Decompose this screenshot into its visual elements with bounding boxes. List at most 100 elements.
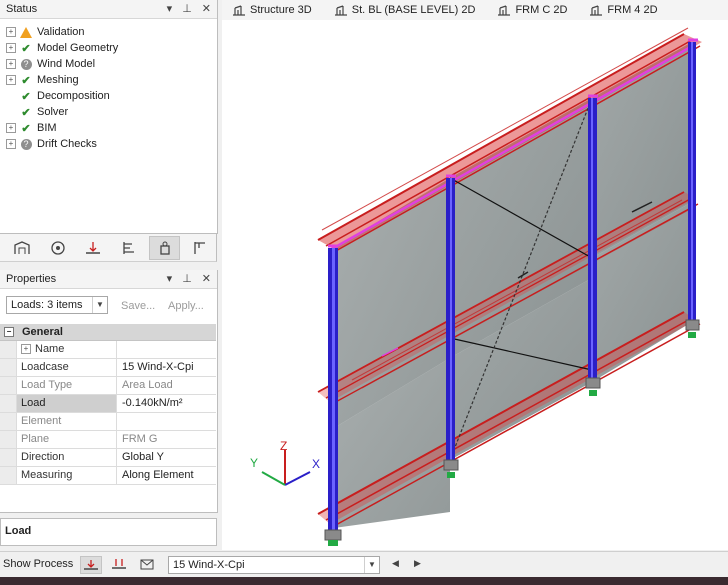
property-gutter: [0, 431, 17, 448]
view-tab-label: Structure 3D: [250, 4, 312, 16]
view-tab[interactable]: Structure 3D: [232, 4, 312, 16]
status-item[interactable]: +? Wind Model: [6, 56, 118, 72]
support-node: [688, 332, 696, 338]
axis-y-label: Y: [250, 456, 258, 470]
panel-menu-icon[interactable]: ▾: [167, 2, 173, 15]
status-item-label: Meshing: [37, 74, 79, 86]
weight-tool-icon[interactable]: [148, 235, 181, 260]
chevron-down-icon[interactable]: ▼: [92, 297, 107, 313]
property-row[interactable]: Load Type Area Load: [0, 377, 216, 395]
property-row[interactable]: Loadcase 15 Wind-X-Cpi: [0, 359, 216, 377]
structure-3d-viewport[interactable]: Z X Y: [222, 20, 728, 550]
frame-view-icon: [498, 4, 511, 16]
properties-panel-header: Properties ▾ ⊥ ✕: [0, 270, 217, 289]
close-icon[interactable]: ✕: [202, 272, 211, 285]
status-item[interactable]: + ✔ Meshing: [6, 72, 118, 88]
properties-selector[interactable]: Loads: 3 items ▼: [6, 296, 108, 314]
collapse-icon[interactable]: −: [4, 327, 14, 337]
property-gutter: [0, 413, 17, 430]
envelope-icon[interactable]: [137, 556, 159, 574]
property-name: Element: [17, 413, 117, 430]
status-item-label: Drift Checks: [37, 138, 97, 150]
support-node: [447, 472, 455, 478]
save-button[interactable]: Save...: [121, 300, 155, 312]
check-icon: ✔: [21, 106, 31, 119]
question-icon: ?: [20, 138, 32, 150]
property-name: Loadcase: [17, 359, 117, 376]
property-section-general[interactable]: − General: [0, 324, 216, 341]
property-value[interactable]: Global Y: [117, 449, 216, 466]
expand-icon[interactable]: +: [6, 59, 16, 69]
property-value[interactable]: [117, 341, 216, 358]
check-icon: ✔: [21, 122, 31, 135]
view-tab[interactable]: FRM C 2D: [497, 4, 567, 16]
expand-icon[interactable]: +: [6, 75, 16, 85]
support-node: [685, 319, 700, 331]
status-item[interactable]: +? Drift Checks: [6, 136, 118, 152]
status-panel-title: Status: [6, 3, 38, 15]
view-tab[interactable]: St. BL (BASE LEVEL) 2D: [334, 4, 475, 16]
show-process-toggle-1[interactable]: [80, 556, 102, 574]
status-item[interactable]: ✔ Decomposition: [6, 88, 118, 104]
load-tool-icon[interactable]: [77, 236, 109, 260]
property-value[interactable]: FRM G: [117, 431, 216, 448]
frame-view-icon: [233, 4, 245, 16]
property-value[interactable]: Along Element: [117, 467, 216, 484]
status-item[interactable]: + ✔ Model Geometry: [6, 40, 118, 56]
expand-icon[interactable]: +: [6, 27, 16, 37]
property-name: + Name: [17, 341, 117, 358]
property-description: Load: [0, 518, 217, 546]
view-tab[interactable]: FRM 4 2D: [589, 4, 658, 16]
property-value[interactable]: [117, 413, 216, 430]
pin-icon[interactable]: ⊥: [182, 2, 192, 15]
expand-icon[interactable]: +: [6, 123, 16, 133]
property-description-title: Load: [5, 525, 32, 537]
frame-view-icon: [334, 4, 347, 16]
property-value[interactable]: Area Load: [117, 377, 216, 394]
property-value[interactable]: -0.140kN/m²: [117, 395, 216, 412]
property-row[interactable]: Element: [0, 413, 216, 431]
property-gutter: [0, 467, 17, 484]
warning-icon: [20, 26, 32, 38]
wind-tool-icon[interactable]: [42, 236, 74, 260]
properties-selector-value: Loads: 3 items: [11, 299, 83, 311]
levels-tool-icon[interactable]: [113, 236, 145, 260]
loadcase-selector[interactable]: 15 Wind-X-Cpi ▼: [168, 556, 380, 574]
status-item[interactable]: + Validation: [6, 24, 118, 40]
property-row[interactable]: Load -0.140kN/m²: [0, 395, 216, 413]
view-tabs: Structure 3D St. BL (BASE LEVEL) 2D FRM C …: [222, 0, 728, 21]
property-name: Measuring: [17, 467, 117, 484]
structure-tool-icon[interactable]: [6, 236, 38, 260]
section-tool-icon[interactable]: [184, 236, 216, 260]
property-value[interactable]: 15 Wind-X-Cpi: [117, 359, 216, 376]
property-name: Load Type: [17, 377, 117, 394]
next-case-button[interactable]: ▶: [414, 558, 421, 569]
support-node: [585, 377, 601, 389]
apply-button[interactable]: Apply...: [168, 300, 204, 312]
loadcase-selector-value: 15 Wind-X-Cpi: [173, 559, 245, 571]
show-process-toggle-2[interactable]: [109, 556, 131, 574]
support-node: [589, 390, 597, 396]
status-item-label: BIM: [37, 122, 57, 134]
status-item[interactable]: + ✔ BIM: [6, 120, 118, 136]
chevron-down-icon[interactable]: ▼: [364, 557, 379, 573]
status-item-label: Solver: [37, 106, 69, 118]
status-panel-header: Status ▾ ⊥ ✕: [0, 0, 217, 19]
axis-x-label: X: [312, 457, 320, 471]
panel-tool-strip: [0, 234, 217, 262]
status-item[interactable]: ✔ Solver: [6, 104, 118, 120]
panel-menu-icon[interactable]: ▾: [167, 272, 173, 285]
expand-icon[interactable]: +: [6, 139, 16, 149]
previous-case-button[interactable]: ◀: [392, 558, 399, 569]
property-row[interactable]: Measuring Along Element: [0, 467, 216, 485]
pin-icon[interactable]: ⊥: [182, 272, 192, 285]
property-row[interactable]: Plane FRM G: [0, 431, 216, 449]
close-icon[interactable]: ✕: [202, 2, 211, 15]
expand-icon[interactable]: +: [21, 344, 31, 355]
property-section-label: General: [22, 326, 63, 338]
property-name-label: Plane: [21, 433, 50, 445]
property-row[interactable]: + Name: [0, 341, 216, 359]
property-row[interactable]: Direction Global Y: [0, 449, 216, 467]
expand-icon[interactable]: +: [6, 43, 16, 53]
